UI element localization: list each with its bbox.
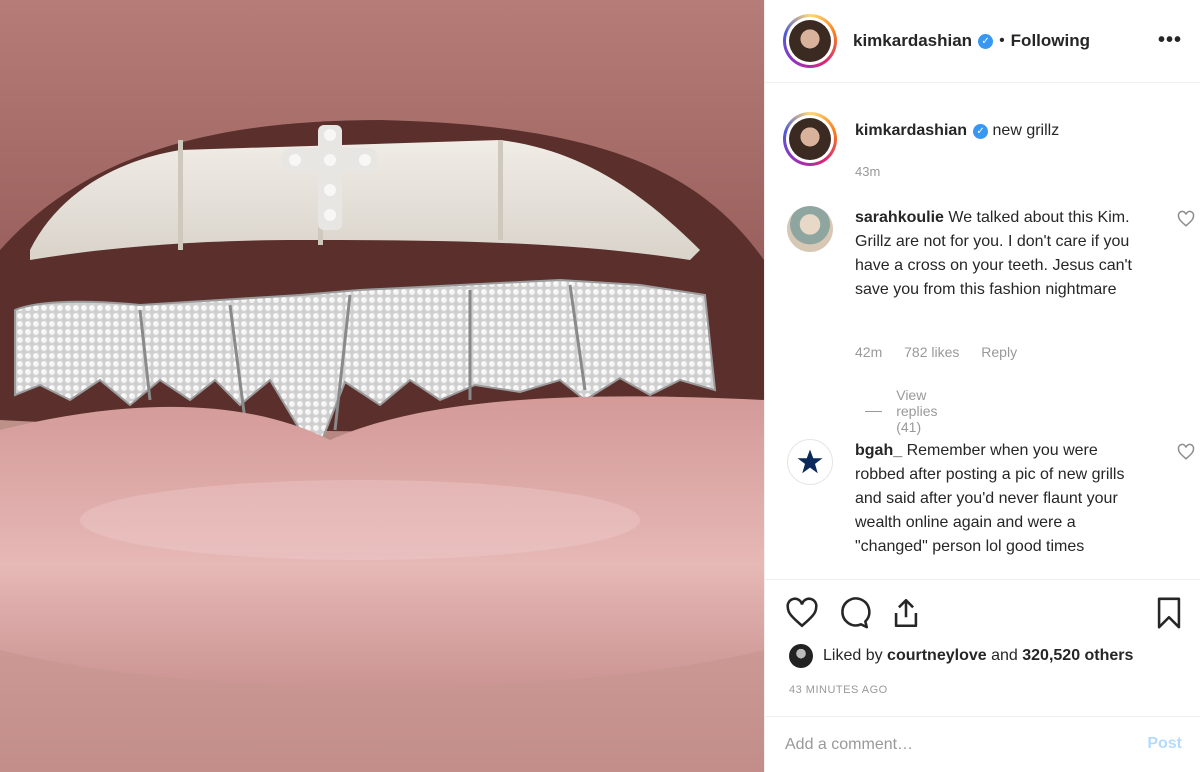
post-caption [783,112,837,166]
liked-by-prefix: Liked by [823,647,883,664]
comment-time: 42m [855,344,883,360]
post-comment-button[interactable]: Post [1147,735,1182,753]
likes-summary: Liked by courtneylove and 320,520 others [789,644,1133,668]
star-icon [797,449,823,474]
comments-list[interactable]: kimkardashian ✓ new grillz 43m sarahkouli… [765,84,1200,579]
caption-avatar[interactable] [783,112,837,166]
liked-by-and: and [991,647,1018,664]
liker-avatar[interactable] [789,644,813,668]
verified-badge-icon: ✓ [978,33,994,49]
commenter-avatar[interactable] [787,206,833,252]
more-options-icon[interactable]: ••• [1158,30,1182,50]
caption-text: new grillz [992,122,1060,139]
following-button[interactable]: Following [1011,31,1090,51]
avatar-image [789,20,831,62]
post-side-panel: kimkardashian ✓ • Following ••• kimkarda… [764,0,1200,772]
save-bookmark-icon[interactable] [1152,596,1186,630]
separator-dot: • [999,32,1005,49]
add-comment-bar: Post [765,716,1200,772]
verified-badge-icon: ✓ [973,124,989,139]
view-replies-label[interactable]: View replies (41) [896,387,952,435]
reply-button[interactable]: Reply [981,344,1017,360]
author-avatar[interactable] [783,14,837,68]
caption-line: kimkardashian ✓ new grillz [855,122,1059,140]
author-username[interactable]: kimkardashian [853,31,972,51]
post-timestamp[interactable]: 43 MINUTES AGO [789,684,888,696]
likes-count[interactable]: 320,520 others [1022,647,1133,665]
commenter-avatar[interactable] [787,439,833,485]
post-actions: Liked by courtneylove and 320,520 others… [765,579,1200,772]
comment-input[interactable] [785,731,1115,759]
like-comment-heart-icon[interactable] [1177,210,1195,228]
caption-username[interactable]: kimkardashian [855,122,967,139]
commenter-username[interactable]: sarahkoulie [855,209,944,226]
grillz-photo-illustration [0,0,764,772]
like-heart-icon[interactable] [785,596,819,630]
replies-divider [865,410,883,412]
comment-likes[interactable]: 782 likes [904,344,959,360]
comment-bubble-icon[interactable] [837,596,871,630]
commenter-username[interactable]: bgah_ [855,442,902,459]
post-photo[interactable] [0,0,764,772]
caption-time: 43m [855,164,881,179]
share-icon[interactable] [889,596,923,630]
like-comment-heart-icon[interactable] [1177,443,1195,461]
view-replies[interactable]: View replies (41) [865,387,952,435]
liked-by-user[interactable]: courtneylove [887,647,987,665]
comment-meta: 42m 782 likes Reply [855,344,1035,360]
post-header: kimkardashian ✓ • Following ••• [765,0,1200,83]
